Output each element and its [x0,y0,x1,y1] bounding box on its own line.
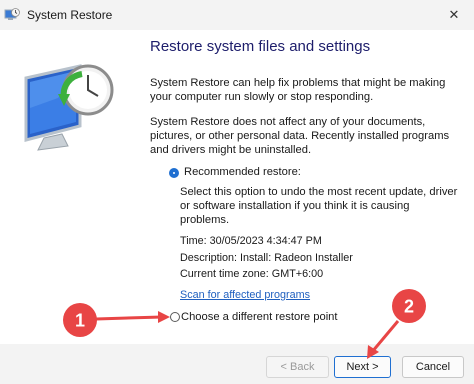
recommended-restore-radio[interactable] [169,168,179,178]
window-title: System Restore [27,8,113,22]
different-restore-radio[interactable] [170,312,180,322]
restore-description: Description: Install: Radeon Installer [180,252,353,264]
close-icon: ✕ [448,7,460,22]
recommended-description: Select this option to undo the most rece… [180,186,458,226]
system-restore-window: System Restore ✕ Restore system files an… [0,0,474,384]
system-restore-icon [4,8,20,20]
system-restore-graphic [24,64,114,151]
recommended-restore-label[interactable]: Recommended restore: [184,166,301,178]
back-button[interactable]: < Back [266,356,329,378]
main-content: Restore system files and settings System… [138,30,474,344]
different-restore-label[interactable]: Choose a different restore point [181,311,338,323]
intro-text: System Restore can help fix problems tha… [150,77,446,103]
cancel-button[interactable]: Cancel [402,356,464,378]
scan-affected-programs-link[interactable]: Scan for affected programs [180,289,310,301]
info-text: System Restore does not affect any of yo… [150,116,450,156]
footer-bar: < Back Next > Cancel [0,344,474,384]
restore-timezone: Current time zone: GMT+6:00 [180,268,324,280]
next-button[interactable]: Next > [334,356,391,378]
side-panel [0,30,138,344]
restore-time: Time: 30/05/2023 4:34:47 PM [180,235,322,247]
close-button[interactable]: ✕ [434,0,474,30]
title-bar[interactable]: System Restore ✕ [0,0,474,30]
page-heading: Restore system files and settings [150,38,371,55]
